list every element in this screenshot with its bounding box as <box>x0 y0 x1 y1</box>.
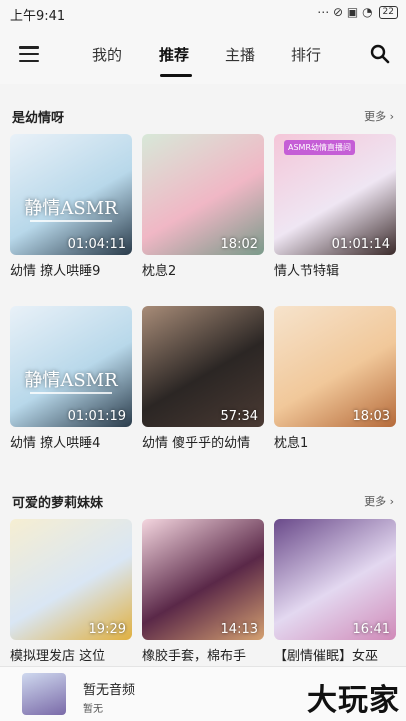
audio-card[interactable]: 静情ASMR 01:04:11 幼情 撩人哄睡9 <box>10 134 132 281</box>
cover-image: 19:29 <box>10 519 132 640</box>
card-title: 【剧情催眠】女巫 <box>274 649 379 664</box>
cover-image: 静情ASMR 01:01:19 <box>10 306 132 427</box>
audio-card[interactable]: 16:41 【剧情催眠】女巫 <box>274 519 396 666</box>
duration-badge: 01:01:14 <box>331 237 390 252</box>
audio-card[interactable]: 18:02 枕息2 <box>142 134 264 281</box>
status-time: 上午9:41 <box>10 9 66 24</box>
status-bar: 上午9:41 ⋯ ⊘ ▣ ◔ 22 <box>0 0 406 26</box>
card-title: 幼情 撩人哄睡9 <box>10 264 101 279</box>
card-title: 枕息2 <box>142 264 177 279</box>
menu-icon[interactable] <box>19 46 39 63</box>
duration-badge: 14:13 <box>220 622 258 637</box>
cover-image: 57:34 <box>142 306 264 427</box>
player-title: 暂无音频 <box>83 683 136 698</box>
cover-banner: ASMR幼情直播间 <box>284 140 356 155</box>
cover-image: 14:13 <box>142 519 264 640</box>
tab-ranking[interactable]: 排行 <box>291 44 321 65</box>
battery-icon: 22 <box>378 5 398 19</box>
duration-badge: 01:04:11 <box>67 237 126 252</box>
audio-card[interactable]: 57:34 幼情 傻乎乎的幼情 <box>142 306 264 453</box>
section-title: 是幼情呀 <box>12 111 65 126</box>
player-subtitle: 暂无 <box>83 704 103 715</box>
duration-badge: 01:01:19 <box>67 409 126 424</box>
cover-watermark: 静情ASMR <box>24 198 118 219</box>
audio-card[interactable]: 18:03 枕息1 <box>274 306 396 453</box>
status-icons: ⋯ ⊘ ▣ ◔ 22 <box>317 5 398 19</box>
duration-badge: 57:34 <box>220 409 258 424</box>
watermark-logo: 大玩家 <box>307 683 400 718</box>
card-title: 模拟理发店 这位 <box>10 649 106 664</box>
player-artwork <box>22 673 66 715</box>
tab-mine[interactable]: 我的 <box>92 44 122 65</box>
duration-badge: 18:03 <box>352 409 390 424</box>
cover-image: 16:41 <box>274 519 396 640</box>
top-nav: 我的 推荐 主播 排行 <box>0 26 406 84</box>
duration-badge: 16:41 <box>352 622 390 637</box>
tab-anchor[interactable]: 主播 <box>225 44 255 65</box>
tab-recommend[interactable]: 推荐 <box>159 44 189 65</box>
audio-card[interactable]: 静情ASMR 01:01:19 幼情 撩人哄睡4 <box>10 306 132 453</box>
card-title: 情人节特辑 <box>274 264 340 279</box>
cover-watermark: 静情ASMR <box>24 370 118 391</box>
audio-card[interactable]: 19:29 模拟理发店 这位 <box>10 519 132 666</box>
card-title: 幼情 撩人哄睡4 <box>10 436 101 451</box>
cover-watermark-line <box>30 392 112 394</box>
more-link[interactable]: 更多 › <box>364 108 394 124</box>
audio-card[interactable]: ASMR幼情直播间 01:01:14 情人节特辑 <box>274 134 396 281</box>
cover-image: 静情ASMR 01:04:11 <box>10 134 132 255</box>
card-title: 枕息1 <box>274 436 309 451</box>
cover-image: 18:03 <box>274 306 396 427</box>
duration-badge: 18:02 <box>220 237 258 252</box>
mini-player[interactable]: 暂无音频 暂无 大玩家 <box>0 666 406 721</box>
cover-image: 18:02 <box>142 134 264 255</box>
status-indicator-icons: ⋯ ⊘ ▣ ◔ <box>317 5 373 19</box>
cover-image: ASMR幼情直播间 01:01:14 <box>274 134 396 255</box>
cover-watermark-line <box>30 220 112 222</box>
audio-card[interactable]: 14:13 橡胶手套，棉布手 <box>142 519 264 666</box>
active-tab-indicator <box>160 74 192 77</box>
card-title: 幼情 傻乎乎的幼情 <box>142 436 251 451</box>
more-link[interactable]: 更多 › <box>364 493 394 509</box>
search-icon[interactable] <box>370 44 390 64</box>
section-title: 可爱的萝莉妹妹 <box>12 496 104 511</box>
card-title: 橡胶手套，棉布手 <box>142 649 247 664</box>
duration-badge: 19:29 <box>88 622 126 637</box>
